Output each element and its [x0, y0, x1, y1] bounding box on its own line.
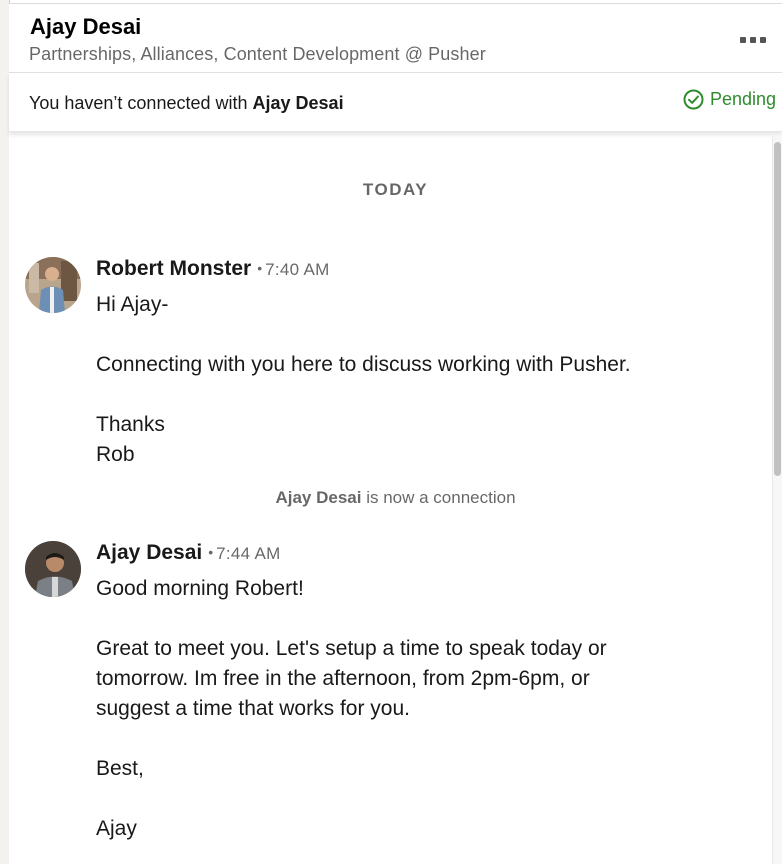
- message-line: Thanks: [96, 413, 165, 436]
- message-time: 7:40 AM: [265, 260, 330, 279]
- message-header: Robert Monster • 7:40 AM: [96, 257, 330, 281]
- message-line: Ajay: [96, 817, 137, 840]
- message-line: [96, 320, 631, 350]
- message-header: Ajay Desai • 7:44 AM: [96, 541, 281, 565]
- message-line: tomorrow. Im free in the afternoon, from…: [96, 667, 590, 690]
- message-time: 7:44 AM: [216, 544, 281, 563]
- message-line: [96, 604, 607, 634]
- date-divider: TODAY: [362, 180, 429, 199]
- separator-dot: •: [257, 260, 263, 276]
- message-thread[interactable]: TODAY Robert Monster•7:40 AM Hi Ajay-: [9, 136, 782, 864]
- message-body: Good morning Robert! Great to meet you. …: [96, 574, 607, 844]
- message-line: suggest a time that works for you.: [96, 697, 410, 720]
- avatar[interactable]: [25, 257, 81, 313]
- ellipsis-icon: [740, 37, 746, 43]
- contact-headline: Partnerships, Alliances, Content Develop…: [29, 44, 486, 64]
- message-line: Connecting with you here to discuss work…: [96, 353, 631, 376]
- system-note-name[interactable]: Ajay Desai: [275, 488, 361, 507]
- avatar[interactable]: [25, 541, 81, 597]
- ellipsis-icon: [750, 37, 756, 43]
- connection-notice-text: You haven’t connected with: [29, 93, 248, 113]
- message-line: [96, 784, 607, 814]
- connection-system-note: Ajay Desai is now a connection: [9, 488, 782, 508]
- more-options-button[interactable]: [740, 30, 774, 44]
- pending-status: Pending: [683, 89, 776, 110]
- connection-status-bar: You haven’t connected with Ajay Desai Pe…: [9, 73, 782, 132]
- check-circle-icon: [683, 89, 704, 110]
- conversation-window: Ajay Desai Partnerships, Alliances, Cont…: [9, 3, 782, 864]
- system-note-text: is now a connection: [366, 488, 516, 507]
- pending-label: Pending: [709, 89, 776, 109]
- separator-dot: •: [208, 544, 214, 560]
- sender-name[interactable]: Ajay Desai: [96, 541, 202, 564]
- connection-notice-name[interactable]: Ajay Desai: [253, 93, 344, 113]
- avatar-ajay-desai: [25, 541, 81, 597]
- ellipsis-icon: [760, 37, 766, 43]
- message-line: [96, 380, 631, 410]
- avatar-robert-monster: [25, 257, 81, 313]
- message-line: Best,: [96, 757, 144, 780]
- message-line: Good morning Robert!: [96, 577, 304, 600]
- sender-name[interactable]: Robert Monster: [96, 257, 251, 280]
- conversation-title[interactable]: Ajay Desai: [30, 14, 141, 40]
- connection-notice: You haven’t connected with Ajay Desai: [29, 93, 344, 114]
- conversation-header: Ajay Desai Partnerships, Alliances, Cont…: [9, 4, 782, 73]
- message-line: Rob: [96, 443, 135, 466]
- message-line: Great to meet you. Let's setup a time to…: [96, 637, 607, 660]
- message-line: Hi Ajay-: [96, 293, 169, 316]
- message-body: Hi Ajay- Connecting with you here to dis…: [96, 290, 631, 470]
- message-line: [96, 724, 607, 754]
